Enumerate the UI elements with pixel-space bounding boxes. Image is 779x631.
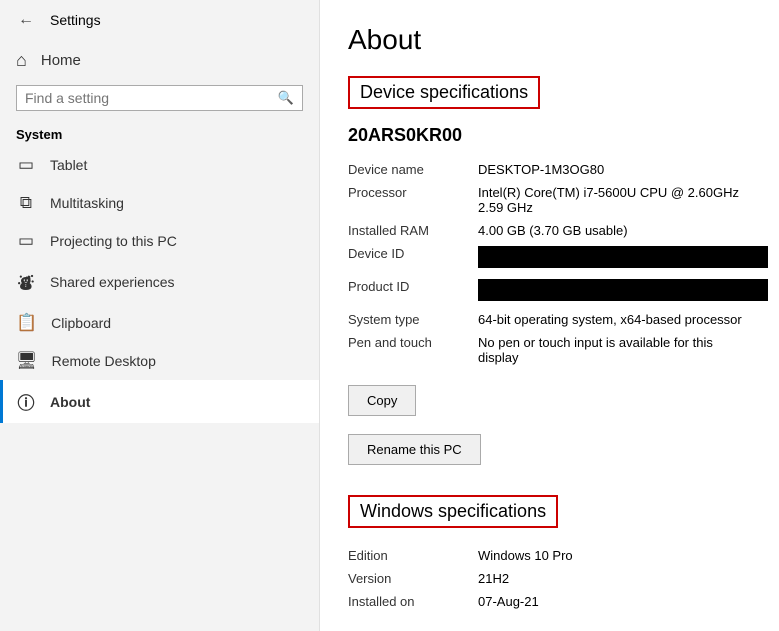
redacted-product-id — [478, 279, 768, 301]
spec-value: Intel(R) Core(TM) i7-5600U CPU @ 2.60GHz… — [478, 185, 751, 215]
spec-row-ram: Installed RAM 4.00 GB (3.70 GB usable) — [348, 219, 751, 242]
spec-value — [478, 279, 768, 304]
spec-label: Product ID — [348, 279, 478, 294]
sidebar-item-about[interactable]: ⓘ About — [0, 380, 319, 423]
sidebar-item-clipboard[interactable]: 📋 Clipboard — [0, 304, 319, 342]
titlebar-title: Settings — [50, 12, 101, 28]
sidebar-item-label: Tablet — [50, 157, 87, 173]
sidebar-item-label: Multitasking — [50, 195, 124, 211]
sidebar-item-label: Remote Desktop — [52, 353, 156, 369]
sidebar-item-label: Clipboard — [51, 315, 111, 331]
section-label: System — [0, 119, 319, 146]
spec-label: Installed RAM — [348, 223, 478, 238]
device-name: 20ARS0KR00 — [348, 125, 751, 146]
search-icon: 🔍 — [278, 90, 294, 106]
projecting-icon: ▭ — [16, 231, 36, 251]
spec-label: Edition — [348, 548, 478, 563]
sidebar: ← Settings ⌂ Home 🔍 System ▭ Tablet ⧉ Mu… — [0, 0, 320, 631]
spec-row-system-type: System type 64-bit operating system, x64… — [348, 308, 751, 331]
rename-button[interactable]: Rename this PC — [348, 434, 481, 465]
tablet-icon: ▭ — [16, 155, 36, 175]
page-title: About — [348, 24, 751, 56]
sidebar-item-label: Shared experiences — [50, 274, 175, 290]
spec-label: Version — [348, 571, 478, 586]
multitasking-icon: ⧉ — [16, 193, 36, 213]
spec-row-edition: Edition Windows 10 Pro — [348, 544, 751, 567]
spec-label: System type — [348, 312, 478, 327]
spec-table: Device name DESKTOP-1M3OG80 Processor In… — [348, 158, 751, 369]
shared-icon: ⛇ — [16, 269, 36, 295]
copy-button[interactable]: Copy — [348, 385, 416, 416]
home-icon: ⌂ — [16, 50, 27, 71]
spec-value: 21H2 — [478, 571, 751, 586]
sidebar-home-label: Home — [41, 52, 81, 69]
sidebar-item-shared[interactable]: ⛇ Shared experiences — [0, 260, 319, 304]
spec-row-device-id: Device ID — [348, 242, 751, 275]
spec-row-processor: Processor Intel(R) Core(TM) i7-5600U CPU… — [348, 181, 751, 219]
device-specs-header: Device specifications — [348, 76, 540, 109]
spec-label: Installed on — [348, 594, 478, 609]
sidebar-item-tablet[interactable]: ▭ Tablet — [0, 146, 319, 184]
spec-row-product-id: Product ID — [348, 275, 751, 308]
spec-value: DESKTOP-1M3OG80 — [478, 162, 751, 177]
search-input[interactable] — [25, 90, 272, 106]
spec-label: Pen and touch — [348, 335, 478, 350]
sidebar-item-label: Projecting to this PC — [50, 233, 177, 249]
redacted-device-id — [478, 246, 768, 268]
sidebar-item-projecting[interactable]: ▭ Projecting to this PC — [0, 222, 319, 260]
clipboard-icon: 📋 — [16, 313, 37, 333]
search-box[interactable]: 🔍 — [16, 85, 303, 111]
spec-value: No pen or touch input is available for t… — [478, 335, 751, 365]
back-button[interactable]: ← — [12, 6, 40, 34]
sidebar-item-label: About — [50, 394, 90, 410]
windows-specs-header: Windows specifications — [348, 495, 558, 528]
spec-value: Windows 10 Pro — [478, 548, 751, 563]
spec-row-installed-on: Installed on 07-Aug-21 — [348, 590, 751, 613]
titlebar: ← Settings — [0, 0, 319, 40]
spec-value — [478, 246, 768, 271]
sidebar-item-remote[interactable]: 🖥 Remote Desktop — [0, 342, 319, 380]
windows-spec-table: Edition Windows 10 Pro Version 21H2 Inst… — [348, 544, 751, 613]
spec-row-device-name: Device name DESKTOP-1M3OG80 — [348, 158, 751, 181]
about-icon: ⓘ — [16, 389, 36, 414]
spec-value: 07-Aug-21 — [478, 594, 751, 609]
sidebar-item-home[interactable]: ⌂ Home — [0, 40, 319, 81]
spec-value: 64-bit operating system, x64-based proce… — [478, 312, 751, 327]
spec-row-version: Version 21H2 — [348, 567, 751, 590]
spec-value: 4.00 GB (3.70 GB usable) — [478, 223, 751, 238]
sidebar-item-multitasking[interactable]: ⧉ Multitasking — [0, 184, 319, 222]
remote-icon: 🖥 — [16, 351, 38, 371]
spec-label: Device name — [348, 162, 478, 177]
spec-label: Device ID — [348, 246, 478, 261]
spec-label: Processor — [348, 185, 478, 200]
spec-row-pen-touch: Pen and touch No pen or touch input is a… — [348, 331, 751, 369]
main-content: About Device specifications 20ARS0KR00 D… — [320, 0, 779, 631]
